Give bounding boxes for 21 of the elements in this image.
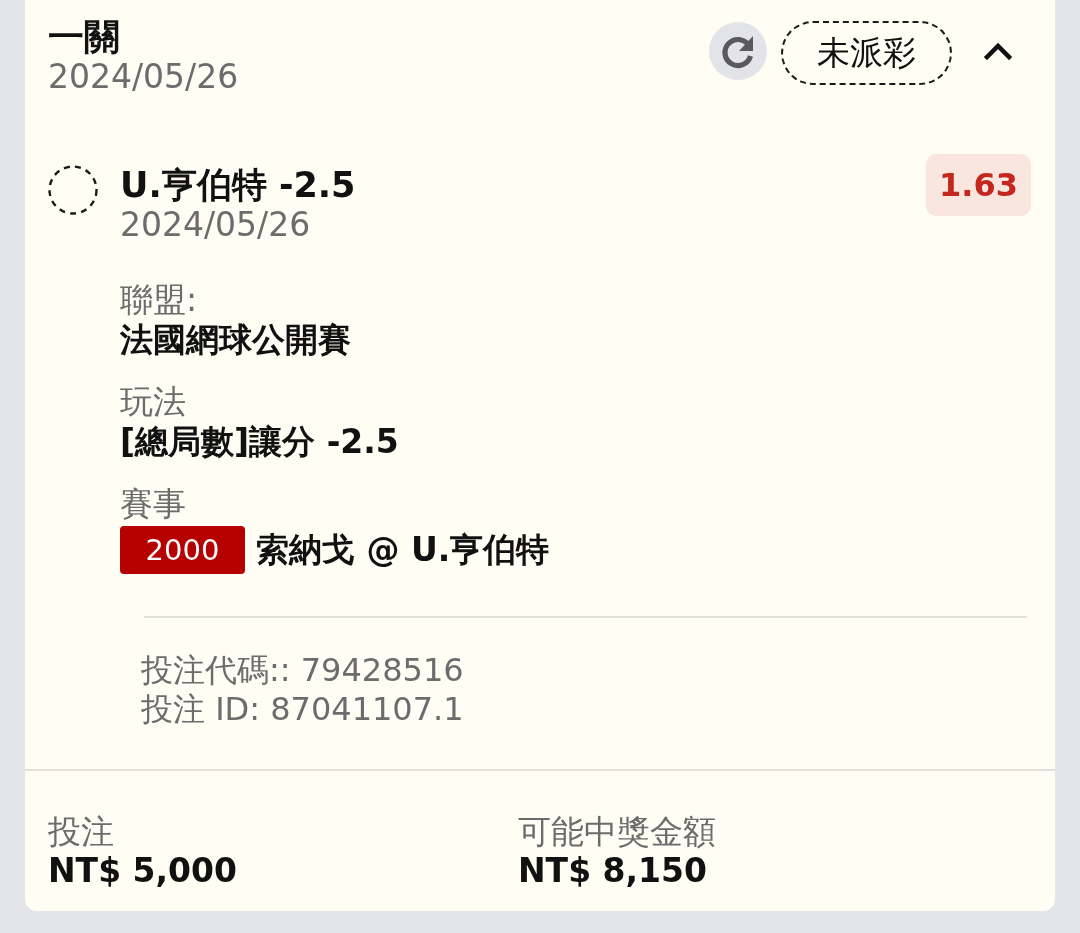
odds-badge: 1.63 bbox=[926, 154, 1031, 216]
summary-label: 可能中獎金額 bbox=[518, 813, 717, 851]
event-name: 索納戈 @ U.亨伯特 bbox=[256, 530, 550, 570]
field-label: 玩法 bbox=[120, 382, 187, 422]
refresh-icon[interactable] bbox=[709, 22, 767, 80]
selection-name: U.亨伯特 -2.5 bbox=[120, 165, 357, 205]
summary-value: NT$ 5,000 bbox=[48, 851, 238, 891]
status-pill: 未派彩 bbox=[781, 21, 952, 85]
field-label: 賽事 bbox=[120, 484, 187, 524]
field-value: [總局數]讓分 -2.5 bbox=[120, 422, 400, 462]
summary-value: NT$ 8,150 bbox=[518, 851, 708, 891]
reference-text: 投注代碼:: 79428516 bbox=[141, 651, 465, 690]
field-value: 法國網球公開賽 bbox=[120, 320, 352, 360]
bet-title: 一關 bbox=[48, 17, 121, 57]
selection-date: 2024/05/26 bbox=[120, 205, 312, 245]
summary-label: 投注 bbox=[48, 813, 115, 851]
field-label: 聯盟: bbox=[120, 280, 199, 320]
bet-date: 2024/05/26 bbox=[48, 57, 239, 97]
reference-text: 投注 ID: 87041107.1 bbox=[141, 690, 465, 729]
event-code-badge: 2000 bbox=[120, 526, 245, 574]
chevron-up-icon[interactable] bbox=[984, 42, 1012, 60]
